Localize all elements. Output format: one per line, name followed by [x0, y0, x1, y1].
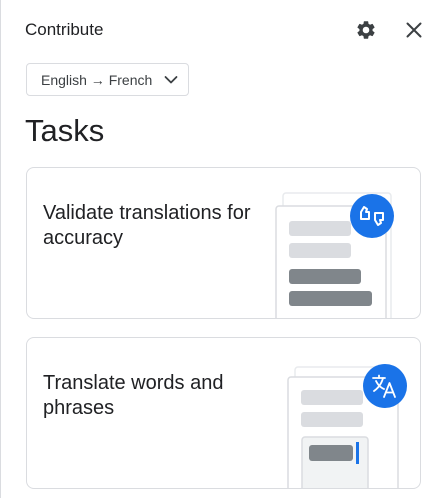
validate-task-label: Validate translations for accuracy	[43, 202, 251, 249]
translate-task-card[interactable]: Translate words and phrases	[26, 337, 421, 489]
panel-title: Contribute	[25, 20, 104, 39]
translate-illustration	[287, 364, 407, 488]
validate-illustration	[275, 192, 394, 318]
close-button[interactable]	[401, 17, 427, 43]
settings-button[interactable]	[353, 17, 379, 43]
language-pair-dropdown[interactable]: English → French	[26, 63, 189, 96]
panel-header: Contribute	[0, 0, 440, 60]
translate-task-label: Translate words and phrases	[43, 372, 224, 419]
close-icon	[406, 22, 422, 38]
language-pair-label: English → French	[41, 71, 153, 88]
translate-icon	[363, 364, 407, 408]
chevron-down-icon	[164, 76, 178, 84]
validate-task-card[interactable]: Validate translations for accuracy	[26, 167, 421, 319]
tasks-heading: Tasks	[25, 113, 105, 148]
validate-icon	[350, 194, 394, 238]
panel-left-border	[0, 0, 1, 498]
gear-icon	[357, 21, 375, 39]
